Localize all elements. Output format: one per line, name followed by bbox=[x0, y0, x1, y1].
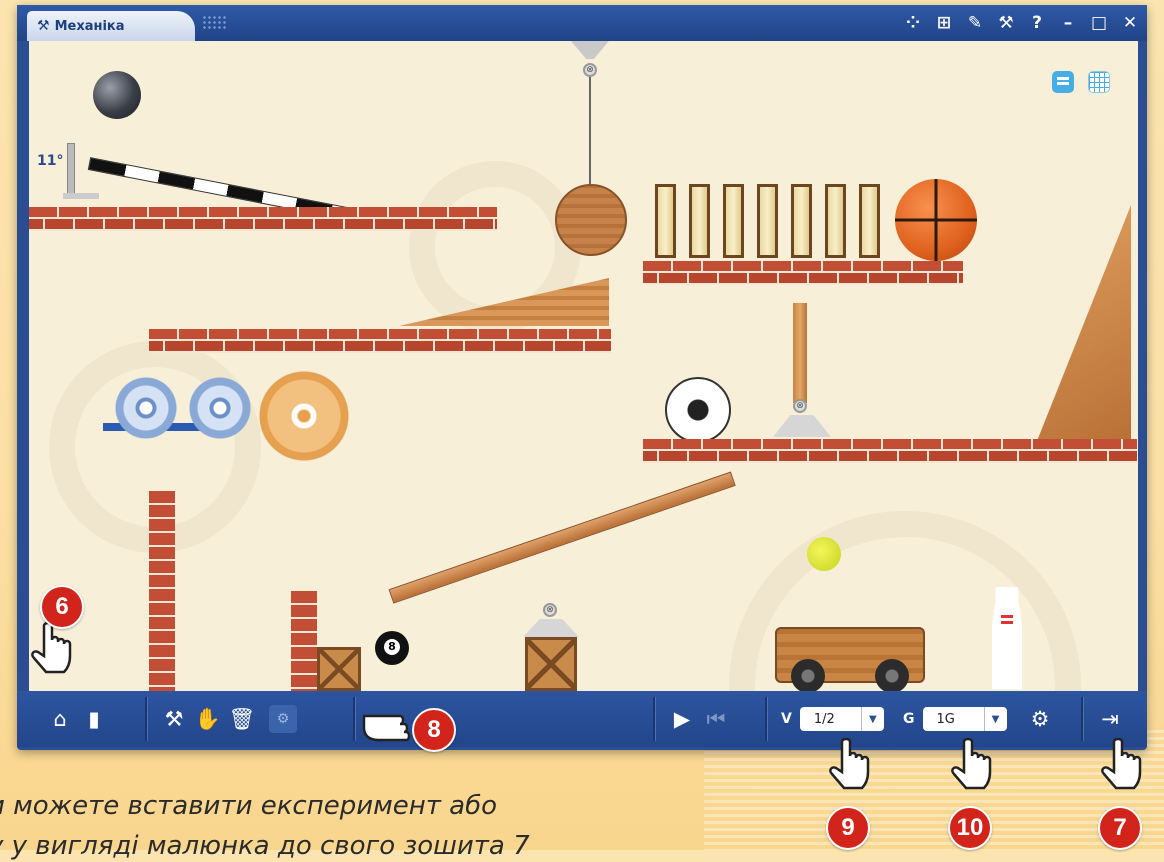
angle-label: 11° bbox=[37, 153, 64, 169]
brick-platform[interactable] bbox=[149, 329, 611, 353]
gravity-label: G bbox=[903, 711, 915, 727]
wooden-crate[interactable] bbox=[525, 637, 577, 691]
title-bar: ⚒ Механіка ⁘ ⊞ ✎ ⚒ ? – □ ✕ bbox=[17, 5, 1147, 41]
post-stand bbox=[773, 415, 831, 437]
gravity-value: 1G bbox=[936, 711, 955, 727]
home-icon[interactable]: ⌂ bbox=[43, 707, 77, 731]
orange-gear[interactable] bbox=[251, 363, 357, 469]
pendulum-rope bbox=[589, 77, 591, 189]
caption-line-1: и можете вставити експеримент або bbox=[0, 791, 498, 821]
drag-grip[interactable] bbox=[202, 15, 228, 29]
domino[interactable] bbox=[689, 184, 710, 258]
toolbar-separator bbox=[653, 697, 656, 741]
basketball[interactable] bbox=[895, 179, 977, 261]
eight-ball-label: 8 bbox=[384, 639, 400, 655]
gear-icon[interactable]: ⚙ bbox=[1023, 707, 1057, 731]
toolbar-separator bbox=[353, 697, 356, 741]
domino[interactable] bbox=[825, 184, 846, 258]
seesaw-plank[interactable] bbox=[388, 471, 736, 604]
callout-badge: 10 bbox=[948, 806, 992, 850]
brick-column[interactable] bbox=[149, 491, 175, 691]
rewind-icon[interactable]: ⏮ bbox=[699, 707, 733, 732]
blue-gear[interactable] bbox=[109, 371, 183, 445]
speed-value: 1/2 bbox=[813, 711, 835, 727]
lever-stand bbox=[67, 143, 75, 199]
wooden-ball[interactable] bbox=[555, 184, 627, 256]
pencil-icon[interactable]: ✎ bbox=[966, 9, 984, 37]
toolbar-separator bbox=[765, 697, 768, 741]
chevron-down-icon[interactable]: ▼ bbox=[860, 707, 884, 731]
hand-icon[interactable]: ✋ bbox=[191, 707, 225, 732]
domino[interactable] bbox=[791, 184, 812, 258]
soccer-ball[interactable] bbox=[665, 377, 731, 443]
pivot-icon[interactable]: ⊗ bbox=[543, 603, 557, 617]
cart-wheel bbox=[875, 659, 909, 691]
pointing-hand-icon bbox=[30, 621, 74, 682]
callout-badge: 6 bbox=[40, 585, 84, 629]
wooden-post[interactable] bbox=[793, 303, 807, 403]
domino[interactable] bbox=[655, 184, 676, 258]
help-icon[interactable]: ? bbox=[1028, 9, 1046, 37]
minimize-icon[interactable]: – bbox=[1059, 9, 1077, 37]
caption-line-2: у у вигляді малюнка до свого зошита 7 bbox=[0, 831, 530, 861]
tab-mechanics[interactable]: ⚒ Механіка bbox=[27, 11, 195, 41]
gravity-select[interactable]: 1G ▼ bbox=[922, 707, 1007, 731]
brick-platform[interactable] bbox=[29, 207, 497, 231]
callout-badge: 8 bbox=[412, 708, 456, 752]
new-file-icon[interactable]: ▮ bbox=[77, 707, 111, 731]
wooden-crate[interactable] bbox=[317, 647, 361, 691]
brick-platform[interactable] bbox=[643, 261, 963, 285]
brick-platform[interactable] bbox=[643, 439, 1137, 463]
cart-wheel bbox=[791, 659, 825, 691]
export-to-notebook-icon[interactable]: ⇥ bbox=[1093, 707, 1127, 731]
grid-view-icon[interactable] bbox=[1088, 71, 1110, 93]
toolbar-separator bbox=[145, 697, 148, 741]
bowling-pin[interactable] bbox=[992, 587, 1022, 689]
play-icon[interactable]: ▶ bbox=[665, 707, 699, 731]
toolbar-separator bbox=[1081, 697, 1084, 741]
callout-badge: 9 bbox=[826, 806, 870, 850]
molecule-icon[interactable]: ⁘ bbox=[904, 9, 922, 37]
speed-select[interactable]: 1/2 ▼ bbox=[799, 707, 884, 731]
speed-label: V bbox=[781, 711, 792, 727]
hammer-icon: ⚒ bbox=[37, 18, 50, 34]
eight-ball[interactable]: 8 bbox=[375, 631, 409, 665]
bowling-ball[interactable] bbox=[93, 71, 141, 119]
layers-icon[interactable]: ⊞ bbox=[935, 9, 953, 37]
simulation-canvas[interactable]: 11° ⊗ ⊗ 8 ⊗ bbox=[29, 41, 1138, 691]
pivot-icon[interactable]: ⊗ bbox=[793, 399, 807, 413]
pointing-hand-icon bbox=[950, 737, 994, 798]
pointing-hand-icon bbox=[828, 737, 872, 798]
caption-text: и можете вставити експеримент або у у ви… bbox=[0, 790, 530, 862]
callout-badge: 7 bbox=[1098, 806, 1142, 850]
wooden-ramp[interactable] bbox=[1037, 205, 1131, 441]
maximize-icon[interactable]: □ bbox=[1090, 9, 1108, 37]
tennis-ball[interactable] bbox=[807, 537, 841, 571]
domino[interactable] bbox=[757, 184, 778, 258]
chevron-down-icon[interactable]: ▼ bbox=[983, 707, 1007, 731]
close-icon[interactable]: ✕ bbox=[1121, 9, 1139, 37]
lever-base bbox=[63, 193, 99, 199]
tools-icon[interactable]: ⚒ bbox=[157, 707, 191, 731]
wrench-icon[interactable]: ⚒ bbox=[997, 9, 1015, 37]
blue-gear[interactable] bbox=[183, 371, 257, 445]
domino[interactable] bbox=[859, 184, 880, 258]
pointing-hand-icon bbox=[1100, 737, 1144, 798]
domino[interactable] bbox=[723, 184, 744, 258]
brick-column[interactable] bbox=[291, 591, 317, 691]
seesaw-stand bbox=[523, 619, 579, 637]
pivot-icon[interactable]: ⊗ bbox=[583, 63, 597, 77]
tab-title: Механіка bbox=[54, 18, 125, 34]
app-window: ⚒ Механіка ⁘ ⊞ ✎ ⚒ ? – □ ✕ 11° ⊗ ⊗ 8 ⊗ ⌂… bbox=[17, 5, 1147, 750]
settings-object-icon[interactable]: ⚙ bbox=[269, 705, 297, 733]
pendulum-mount bbox=[571, 41, 609, 59]
trash-icon[interactable]: 🗑 bbox=[225, 707, 259, 732]
list-view-icon[interactable] bbox=[1052, 71, 1074, 93]
